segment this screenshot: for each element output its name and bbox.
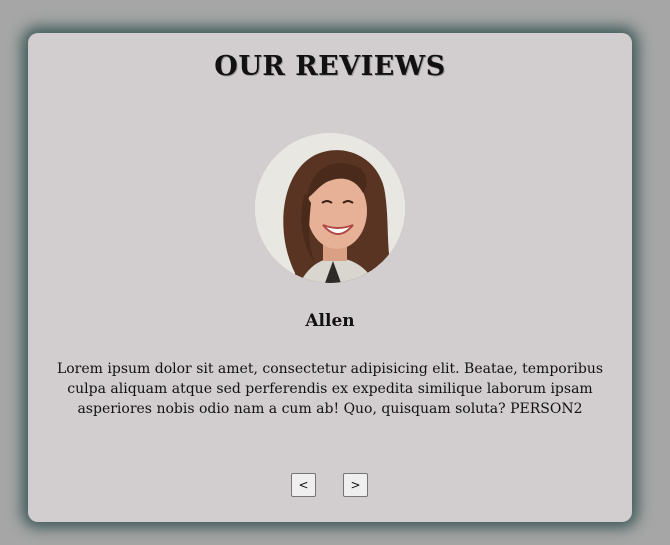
page-title: OUR REVIEWS (214, 51, 446, 82)
previous-review-button[interactable]: < (291, 473, 316, 497)
next-review-button[interactable]: > (343, 473, 368, 497)
review-text: Lorem ipsum dolor sit amet, consectetur … (56, 361, 604, 417)
person-photo-icon (255, 133, 405, 283)
reviewer-name: Allen (305, 311, 355, 331)
reviewer-avatar (255, 133, 405, 283)
review-card: OUR REVIEWS Allen Lorem ipsum dolor sit … (28, 33, 632, 522)
